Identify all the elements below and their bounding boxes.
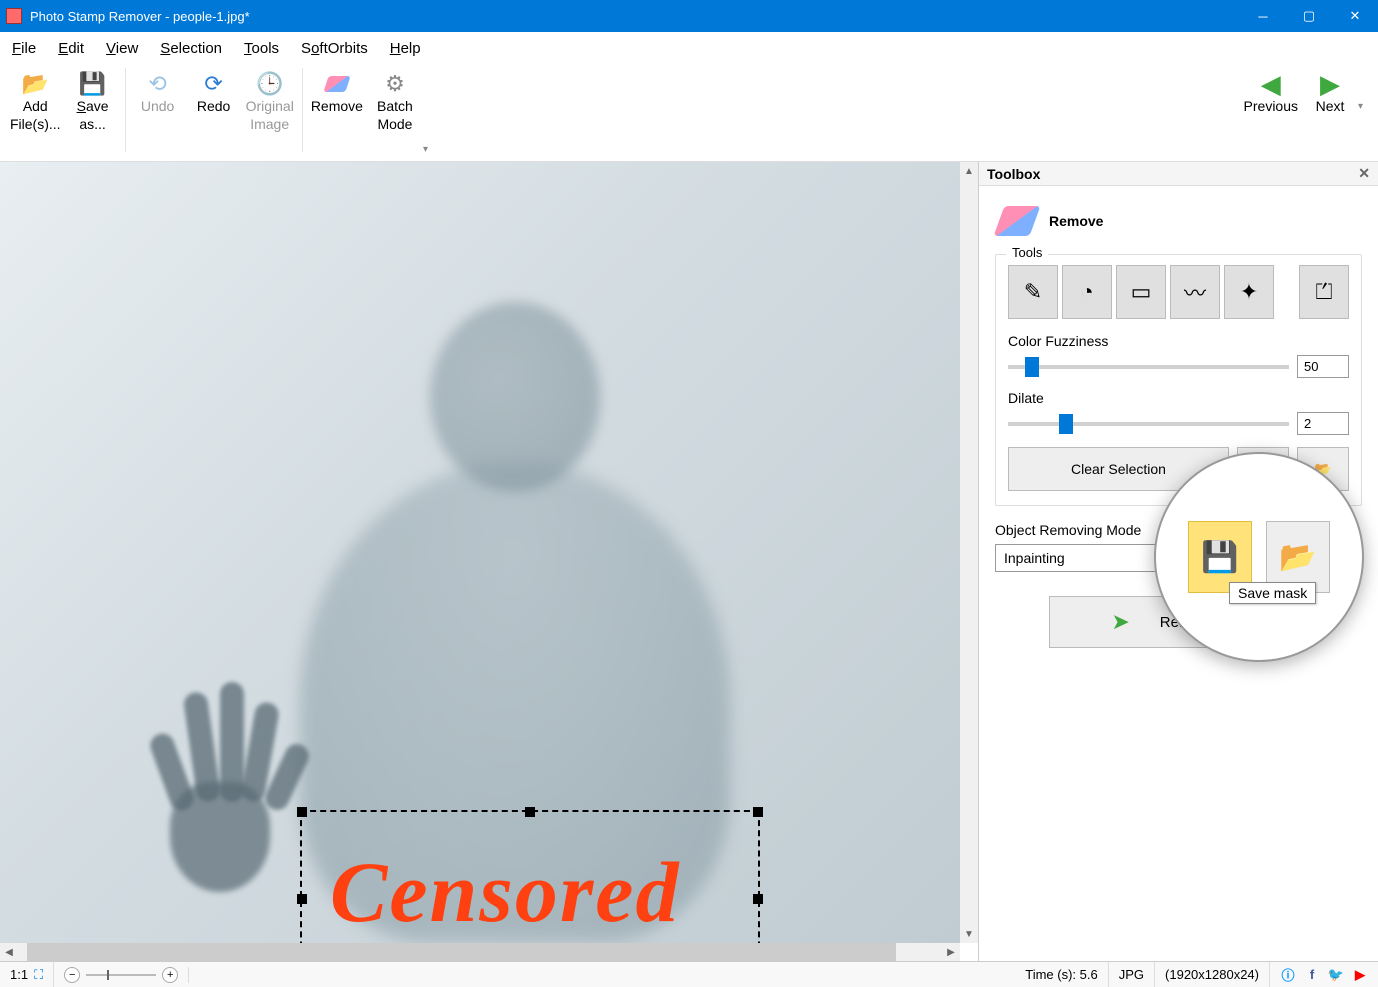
add-files-button[interactable]: 📂 AddFile(s)...	[6, 68, 65, 135]
status-time: Time (s): 5.6	[1015, 962, 1108, 987]
toolbar-overflow-right[interactable]: ▾	[1358, 101, 1372, 112]
scroll-down-icon[interactable]: ▼	[960, 925, 978, 943]
original-image-label: OriginalImage	[246, 98, 294, 133]
app-icon	[6, 8, 22, 24]
menu-selection[interactable]: Selection	[156, 38, 226, 59]
selection-rect[interactable]	[300, 810, 760, 943]
handle-ne[interactable]	[753, 807, 763, 817]
undo-icon: ⟲	[144, 70, 172, 98]
titlebar: Photo Stamp Remover - people-1.jpg* ─ ▢ …	[0, 0, 1378, 32]
arrow-left-circle-icon: ◀	[1257, 70, 1285, 98]
redo-label: Redo	[197, 98, 230, 116]
folder-open-icon: 📂	[21, 70, 49, 98]
fit-screen-icon[interactable]: ⛶	[34, 967, 43, 983]
horizontal-scrollbar[interactable]: ◀ ▶	[0, 943, 960, 961]
menu-view[interactable]: View	[102, 38, 142, 59]
vertical-scrollbar[interactable]: ▲ ▼	[960, 162, 978, 943]
menu-help[interactable]: Help	[386, 38, 425, 59]
remove-label: Remove	[311, 98, 363, 116]
toolbox-header: Toolbox ✕	[979, 162, 1378, 186]
color-fuzziness-label: Color Fuzziness	[1008, 333, 1349, 349]
arrow-right-circle-icon: ▶	[1316, 70, 1344, 98]
toolbox-title: Toolbox	[987, 166, 1040, 182]
dilate-slider[interactable]	[1008, 422, 1289, 426]
handle-e[interactable]	[753, 894, 763, 904]
main-toolbar: 📂 AddFile(s)... 💾 Saveas... ⟲ Undo ⟳ Red…	[0, 64, 1378, 162]
youtube-icon[interactable]: ▶	[1352, 967, 1368, 983]
next-label: Next	[1316, 98, 1345, 116]
zoom-in-button[interactable]: +	[162, 967, 178, 983]
magnifier-overlay: 💾 📂	[1154, 452, 1364, 662]
handle-w[interactable]	[297, 894, 307, 904]
menu-softorbits[interactable]: SoftOrbits	[297, 38, 372, 59]
toolbox-section-title: Remove	[1049, 213, 1103, 229]
minimize-button[interactable]: ─	[1240, 0, 1286, 32]
redo-button[interactable]: ⟳ Redo	[186, 68, 242, 118]
menu-file[interactable]: File	[8, 38, 40, 59]
arrow-right-icon: ➤	[1111, 609, 1129, 635]
color-fuzziness-value[interactable]	[1297, 355, 1349, 378]
facebook-icon[interactable]: f	[1304, 967, 1320, 983]
figure-hand	[130, 662, 320, 902]
menubar: File Edit View Selection Tools SoftOrbit…	[0, 32, 1378, 64]
redo-icon: ⟳	[200, 70, 228, 98]
menu-edit[interactable]: Edit	[54, 38, 88, 59]
remove-button[interactable]: Remove	[307, 68, 367, 118]
batch-mode-button[interactable]: ⚙ BatchMode	[367, 68, 423, 135]
color-fuzziness-slider[interactable]	[1008, 365, 1289, 369]
next-button[interactable]: ▶ Next	[1302, 68, 1358, 118]
status-format: JPG	[1109, 962, 1155, 987]
save-as-button[interactable]: 💾 Saveas...	[65, 68, 121, 135]
zoom-ratio[interactable]: 1:1 ⛶	[0, 962, 54, 987]
figure-head	[430, 302, 600, 492]
zoom-control: − +	[54, 967, 189, 983]
scroll-right-icon[interactable]: ▶	[942, 943, 960, 961]
window-title: Photo Stamp Remover - people-1.jpg*	[30, 9, 1240, 24]
gear-icon: ⚙	[381, 70, 409, 98]
statusbar: 1:1 ⛶ − + Time (s): 5.6 JPG (1920x1280x2…	[0, 961, 1378, 987]
clock-icon: 🕒	[256, 70, 284, 98]
undo-label: Undo	[141, 98, 174, 116]
handle-nw[interactable]	[297, 807, 307, 817]
original-image-button[interactable]: 🕒 OriginalImage	[242, 68, 298, 135]
close-button[interactable]: ✕	[1332, 0, 1378, 32]
eraser-icon	[323, 70, 351, 98]
status-dimensions: (1920x1280x24)	[1155, 962, 1270, 987]
info-icon[interactable]: ⓘ	[1280, 967, 1296, 983]
save-icon: 💾	[79, 70, 107, 98]
undo-button[interactable]: ⟲ Undo	[130, 68, 186, 118]
toolbox-section-header: Remove	[995, 200, 1362, 254]
tools-group-label: Tools	[1006, 245, 1048, 260]
freehand-select-tool[interactable]: ◔	[1062, 265, 1112, 319]
magic-wand-tool[interactable]: ✦	[1224, 265, 1274, 319]
batch-mode-label: BatchMode	[377, 98, 413, 133]
maximize-button[interactable]: ▢	[1286, 0, 1332, 32]
dilate-label: Dilate	[1008, 390, 1349, 406]
canvas-wrap: Censored ▲ ▼ ◀ ▶	[0, 162, 978, 961]
zoom-slider[interactable]	[86, 974, 156, 976]
rectangle-select-tool[interactable]: ▭	[1116, 265, 1166, 319]
toolbox-panel: Toolbox ✕ Remove Tools ✎ ◔ ▭ 〰 ✦ ⏍ Color…	[978, 162, 1378, 961]
twitter-icon[interactable]: 🐦	[1328, 967, 1344, 983]
toolbar-overflow-left[interactable]: ▾	[423, 144, 437, 155]
image-canvas[interactable]: Censored	[0, 162, 960, 943]
lasso-select-tool[interactable]: 〰	[1170, 265, 1220, 319]
pencil-marker-tool[interactable]: ✎	[1008, 265, 1058, 319]
previous-button[interactable]: ◀ Previous	[1240, 68, 1302, 118]
save-mask-tooltip: Save mask	[1229, 582, 1316, 604]
eraser-large-icon	[994, 206, 1041, 236]
zoom-out-button[interactable]: −	[64, 967, 80, 983]
previous-label: Previous	[1244, 98, 1298, 116]
handle-n[interactable]	[525, 807, 535, 817]
hscroll-thumb[interactable]	[27, 943, 896, 961]
scroll-up-icon[interactable]: ▲	[960, 162, 978, 180]
toolbox-close-icon[interactable]: ✕	[1358, 165, 1370, 182]
add-files-label: AddFile(s)...	[10, 98, 61, 133]
dilate-value[interactable]	[1297, 412, 1349, 435]
menu-tools[interactable]: Tools	[240, 38, 283, 59]
clone-stamp-tool[interactable]: ⏍	[1299, 265, 1349, 319]
save-as-label: Saveas...	[77, 98, 109, 133]
scroll-left-icon[interactable]: ◀	[0, 943, 18, 961]
main-area: Censored ▲ ▼ ◀ ▶ Toolbox	[0, 162, 1378, 961]
